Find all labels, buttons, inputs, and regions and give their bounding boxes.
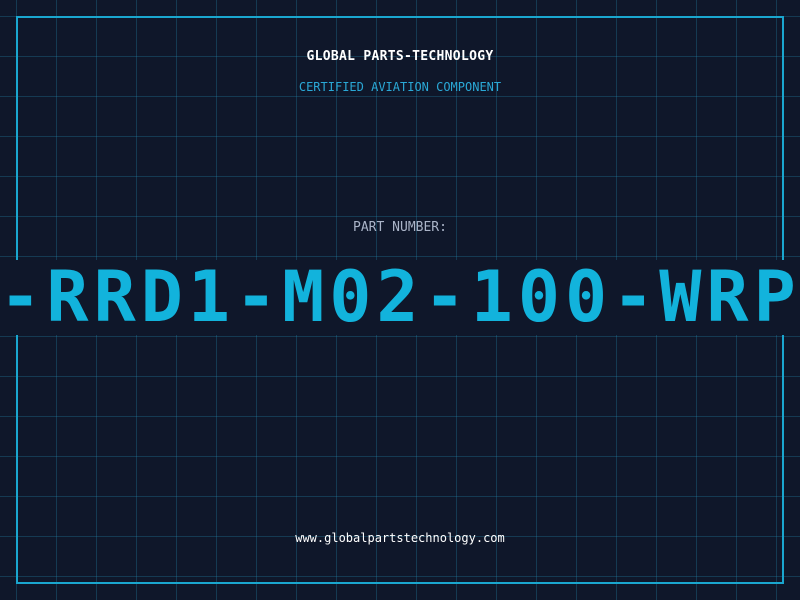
part-number-band: P-RRD1-M02-100-WRPP (0, 260, 800, 335)
certification-label: CERTIFIED AVIATION COMPONENT (298, 80, 502, 94)
website-url: www.globalpartstechnology.com (295, 531, 505, 545)
part-number-label: PART NUMBER: (353, 220, 447, 235)
part-card: GLOBAL PARTS-TECHNOLOGY CERTIFIED AVIATI… (0, 0, 800, 600)
company-name: GLOBAL PARTS-TECHNOLOGY (306, 49, 494, 64)
part-number-value: P-RRD1-M02-100-WRPP (0, 260, 800, 335)
